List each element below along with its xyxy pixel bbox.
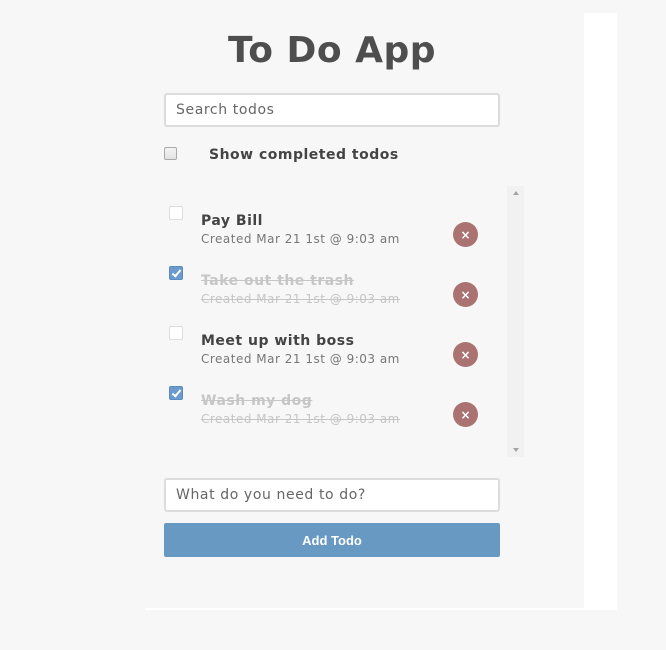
add-todo-button[interactable]: Add Todo (164, 523, 500, 557)
checkmark-icon (171, 387, 182, 398)
container-bottom-edge (145, 608, 585, 610)
todo-item: Take out the trash Created Mar 21 1st @ … (164, 246, 507, 307)
todo-title: Take out the trash (201, 273, 355, 289)
todo-checkbox[interactable] (169, 206, 183, 220)
delete-todo-button[interactable]: × (453, 402, 478, 427)
close-icon: × (460, 287, 471, 302)
todo-title: Meet up with boss (201, 333, 355, 349)
todo-item: Wash my dog Created Mar 21 1st @ 9:03 am… (164, 366, 507, 427)
new-todo-input[interactable] (164, 478, 500, 512)
scroll-up-button[interactable] (507, 186, 524, 200)
close-icon: × (460, 347, 471, 362)
app-page: To Do App Show completed todos Pay Bill … (0, 0, 666, 650)
page-title: To Do App (227, 30, 437, 71)
show-completed-label: Show completed todos (209, 147, 399, 163)
todo-checkbox[interactable] (169, 386, 183, 400)
close-icon: × (460, 227, 471, 242)
todo-list: Pay Bill Created Mar 21 1st @ 9:03 am × … (164, 186, 524, 457)
todo-checkbox[interactable] (169, 266, 183, 280)
delete-todo-button[interactable]: × (453, 222, 478, 247)
right-panel-edge (584, 13, 617, 610)
triangle-down-icon (512, 448, 519, 452)
todo-checkbox[interactable] (169, 326, 183, 340)
delete-todo-button[interactable]: × (453, 342, 478, 367)
search-input[interactable] (164, 93, 500, 127)
todo-item: Meet up with boss Created Mar 21 1st @ 9… (164, 306, 507, 367)
triangle-up-icon (512, 191, 519, 195)
todo-list-scrollbar[interactable] (507, 186, 524, 457)
show-completed-checkbox[interactable] (164, 147, 177, 160)
close-icon: × (460, 407, 471, 422)
todo-created-date: Created Mar 21 1st @ 9:03 am (201, 232, 400, 246)
todo-created-date: Created Mar 21 1st @ 9:03 am (201, 412, 400, 426)
todo-item: Pay Bill Created Mar 21 1st @ 9:03 am × (164, 186, 507, 247)
scroll-down-button[interactable] (507, 443, 524, 457)
todo-title: Wash my dog (201, 393, 313, 409)
todo-title: Pay Bill (201, 213, 263, 229)
todo-created-date: Created Mar 21 1st @ 9:03 am (201, 292, 400, 306)
delete-todo-button[interactable]: × (453, 282, 478, 307)
todo-created-date: Created Mar 21 1st @ 9:03 am (201, 352, 400, 366)
checkmark-icon (171, 267, 182, 278)
